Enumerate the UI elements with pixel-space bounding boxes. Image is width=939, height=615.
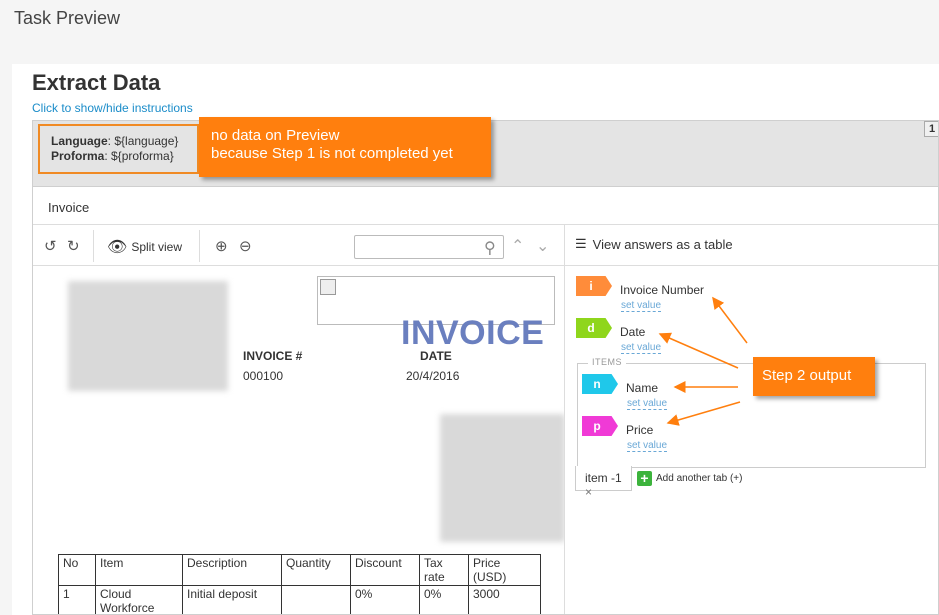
field-tag-n: n [582, 374, 618, 394]
eye-icon: 👁 [107, 239, 128, 256]
language-row: Language: ${language} [51, 134, 197, 149]
language-value: : ${language} [107, 134, 179, 148]
set-value-link[interactable]: set value [627, 440, 668, 452]
set-value-link[interactable]: set value [627, 398, 668, 410]
answers-panel: i Invoice Number set value d Date set va… [564, 266, 938, 614]
proforma-label: Proforma [51, 149, 105, 163]
document-tab-invoice[interactable]: Invoice [33, 188, 938, 225]
table-header-cell: Tax rate [419, 554, 469, 586]
items-legend: ITEMS [588, 357, 627, 367]
step2-output-note: Step 2 output [753, 357, 875, 396]
table-cell: Initial deposit [182, 585, 282, 614]
instructions-toggle-link[interactable]: Click to show/hide instructions [32, 101, 193, 115]
split-view-button[interactable]: 👁 Split view [107, 237, 182, 257]
table-cell: 3000 [468, 585, 541, 614]
zoom-in-icon[interactable]: ⊕ [215, 237, 228, 255]
invoice-date-value: 20/4/2016 [406, 369, 460, 383]
invoice-date-label: DATE [420, 349, 452, 363]
table-header-cell: Price (USD) [468, 554, 541, 586]
document-viewer: INVOICE INVOICE # 000100 DATE 20/4/2016 … [33, 266, 564, 614]
viewer-toolbar: ↺ ↻ 👁 Split view ⊕ ⊖ ⚲ ⌃ ⌄ [33, 225, 564, 266]
close-tab-icon[interactable]: × [585, 485, 592, 499]
field-label: Name [626, 381, 659, 395]
language-label: Language [51, 134, 108, 148]
table-cell: Cloud Workforce [95, 585, 183, 614]
preview-note: no data on Preview because Step 1 is not… [199, 117, 491, 177]
invoice-number-value: 000100 [243, 369, 284, 383]
blurred-address-block [440, 414, 564, 542]
view-as-table-button[interactable]: ☰ View answers as a table [575, 236, 733, 252]
table-cell [281, 585, 351, 614]
table-header-cell: Discount [350, 554, 420, 586]
page-number-badge: 1 [924, 121, 938, 137]
view-as-table-label: View answers as a table [592, 236, 733, 252]
page-title: Extract Data [32, 70, 161, 95]
table-header-cell: Description [182, 554, 282, 586]
add-tab-label: Add another tab (+) [656, 473, 743, 484]
zoom-out-icon[interactable]: ⊖ [239, 237, 252, 255]
table-header-cell: No [58, 554, 96, 586]
metadata-box: Language: ${language} Proforma: ${profor… [38, 124, 199, 174]
note-line: because Step 1 is not completed yet [211, 145, 453, 162]
proforma-value: : ${proforma} [104, 149, 174, 163]
answers-header: ☰ View answers as a table [564, 225, 938, 266]
plus-icon: + [637, 471, 652, 486]
table-view-icon: ☰ [575, 236, 587, 251]
field-label: Invoice Number [620, 283, 705, 297]
blurred-company-block [68, 281, 228, 391]
field-label: Date [620, 325, 646, 339]
task-preview-title: Task Preview [14, 8, 121, 28]
table-header-row: No Item Description Quantity Discount Ta… [58, 554, 541, 586]
toolbar-divider [93, 230, 94, 262]
table-header-cell: Item [95, 554, 183, 586]
field-tag-p: p [582, 416, 618, 436]
invoice-heading: INVOICE [401, 314, 545, 352]
set-value-link[interactable]: set value [621, 300, 662, 312]
invoice-number-label: INVOICE # [243, 349, 303, 363]
note-line: no data on Preview [211, 127, 340, 144]
item-tab[interactable]: item -1 × [575, 466, 632, 499]
add-another-tab-button[interactable]: + Add another tab (+) [637, 471, 742, 486]
item-tab-label: item -1 [585, 471, 622, 485]
table-row: 1 Cloud Workforce Initial deposit 0% 0% … [58, 585, 541, 614]
table-header-cell: Quantity [281, 554, 351, 586]
table-cell: 1 [58, 585, 96, 614]
invoice-items-table: No Item Description Quantity Discount Ta… [58, 554, 541, 614]
search-input[interactable] [354, 235, 504, 259]
set-value-link[interactable]: set value [621, 342, 662, 354]
previous-match-icon[interactable]: ⌃ [511, 236, 524, 256]
table-cell: 0% [419, 585, 469, 614]
field-tag-i: i [576, 276, 612, 296]
proforma-row: Proforma: ${proforma} [51, 149, 197, 164]
undo-icon[interactable]: ↺ [44, 237, 57, 255]
field-label: Price [626, 423, 654, 437]
search-icon[interactable]: ⚲ [484, 238, 496, 258]
field-tag-d: d [576, 318, 612, 338]
split-view-label: Split view [131, 240, 182, 254]
next-match-icon[interactable]: ⌄ [536, 236, 549, 256]
toolbar-divider [199, 230, 200, 262]
redo-icon[interactable]: ↻ [67, 237, 80, 255]
table-cell: 0% [350, 585, 420, 614]
